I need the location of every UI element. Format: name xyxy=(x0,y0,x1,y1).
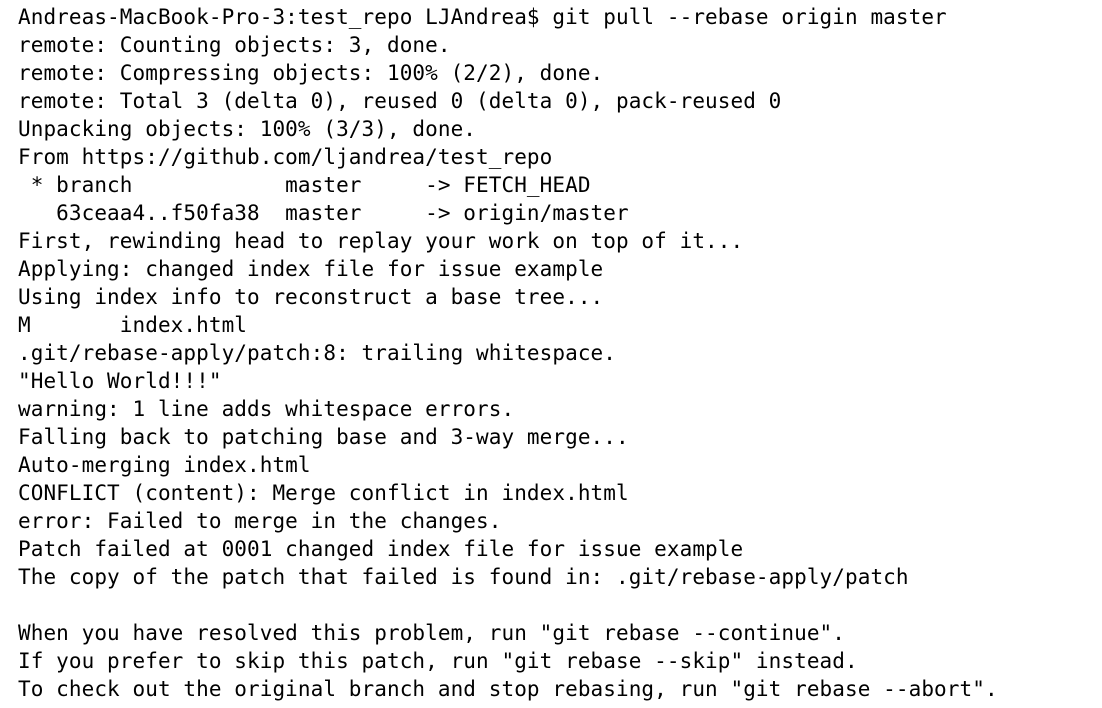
terminal-conflict-line: CONFLICT (content): Merge conflict in in… xyxy=(18,481,629,505)
terminal-output-line: Using index info to reconstruct a base t… xyxy=(18,285,604,309)
terminal-window[interactable]: Andreas-MacBook-Pro-3:test_repo LJAndrea… xyxy=(0,0,1102,708)
terminal-output-line: 63ceaa4..f50fa38 master -> origin/master xyxy=(18,201,629,225)
terminal-output-line: The copy of the patch that failed is fou… xyxy=(18,565,909,589)
terminal-error-line: error: Failed to merge in the changes. xyxy=(18,509,502,533)
terminal-warning-line: warning: 1 line adds whitespace errors. xyxy=(18,397,515,421)
terminal-output-line: Patch failed at 0001 changed index file … xyxy=(18,537,744,561)
terminal-output-line: To check out the original branch and sto… xyxy=(18,677,998,701)
terminal-output-line: From https://github.com/ljandrea/test_re… xyxy=(18,145,553,169)
terminal-command-line: Andreas-MacBook-Pro-3:test_repo LJAndrea… xyxy=(18,5,947,29)
terminal-output-line: remote: Total 3 (delta 0), reused 0 (del… xyxy=(18,89,782,113)
terminal-output-line: Unpacking objects: 100% (3/3), done. xyxy=(18,117,477,141)
terminal-output-line: First, rewinding head to replay your wor… xyxy=(18,229,744,253)
terminal-output-line: Auto-merging index.html xyxy=(18,453,311,477)
terminal-output-line: If you prefer to skip this patch, run "g… xyxy=(18,649,858,673)
terminal-output-line: "Hello World!!!" xyxy=(18,369,222,393)
terminal-output-line: .git/rebase-apply/patch:8: trailing whit… xyxy=(18,341,616,365)
terminal-output-line: remote: Compressing objects: 100% (2/2),… xyxy=(18,61,604,85)
terminal-output-line: Falling back to patching base and 3-way … xyxy=(18,425,629,449)
terminal-output-line: M index.html xyxy=(18,313,248,337)
terminal-output-line: * branch master -> FETCH_HEAD xyxy=(18,173,591,197)
terminal-output-line: remote: Counting objects: 3, done. xyxy=(18,33,451,57)
terminal-output-line: Applying: changed index file for issue e… xyxy=(18,257,604,281)
terminal-output-line: When you have resolved this problem, run… xyxy=(18,621,845,645)
